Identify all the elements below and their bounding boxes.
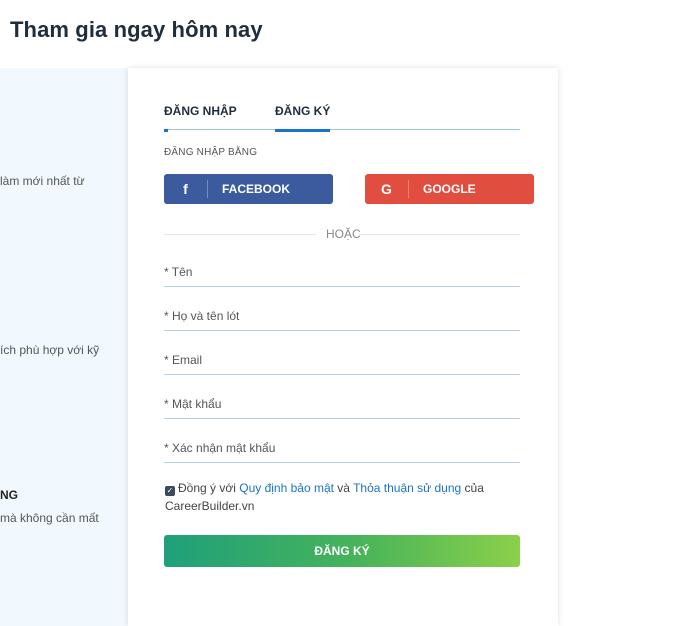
facebook-icon: f [164, 180, 208, 198]
facebook-button-label: FACEBOOK [222, 182, 291, 196]
or-divider: HOẶC [164, 227, 520, 241]
first-name-input[interactable] [164, 259, 520, 285]
facebook-login-button[interactable]: f FACEBOOK [164, 174, 333, 204]
email-input[interactable] [164, 347, 520, 373]
register-card: ĐĂNG NHẬP ĐĂNG KÝ ĐĂNG NHẬP BẰNG f FACEB… [128, 68, 558, 626]
left-panel-text-2: ích phù hợp với kỹ [0, 343, 100, 357]
google-login-button[interactable]: G GOOGLE [365, 174, 534, 204]
first-name-field [164, 259, 520, 287]
page-title: Tham gia ngay hôm nay [10, 17, 263, 42]
left-panel-text-3: mà không cần mất [0, 511, 99, 525]
left-panel-heading: NG [0, 488, 18, 502]
last-name-input[interactable] [164, 303, 520, 329]
divider-line-left [164, 234, 316, 235]
social-login-label: ĐĂNG NHẬP BẰNG [164, 147, 258, 158]
agreement-middle: và [333, 481, 354, 495]
terms-agreement: ✓ Đồng ý với Quy định bảo mật và Thỏa thu… [165, 479, 505, 515]
tab-login[interactable]: ĐĂNG NHẬP [164, 104, 237, 132]
confirm-password-field [164, 435, 520, 463]
left-info-panel: làm mới nhất từ ích phù hợp với kỹ NG mà… [0, 68, 128, 626]
privacy-policy-link[interactable]: Quy định bảo mật [239, 481, 334, 495]
left-panel-text-1: làm mới nhất từ [0, 174, 85, 188]
or-text: HOẶC [326, 227, 361, 241]
divider-line-right [360, 234, 520, 235]
google-icon: G [365, 180, 409, 198]
password-field [164, 391, 520, 419]
password-input[interactable] [164, 391, 520, 417]
agreement-prefix: Đồng ý với [178, 481, 240, 495]
google-button-label: GOOGLE [423, 182, 476, 196]
tab-register[interactable]: ĐĂNG KÝ [275, 104, 331, 132]
email-field [164, 347, 520, 375]
terms-of-use-link[interactable]: Thỏa thuận sử dụng [353, 481, 461, 495]
agreement-site: CareerBuilder.vn [165, 499, 255, 513]
agreement-suffix: của [461, 481, 484, 495]
last-name-field [164, 303, 520, 331]
auth-tabs: ĐĂNG NHẬP ĐĂNG KÝ [164, 104, 520, 132]
terms-checkbox[interactable]: ✓ [165, 486, 175, 496]
register-submit-button[interactable]: ĐĂNG KÝ [164, 535, 520, 567]
confirm-password-input[interactable] [164, 435, 520, 461]
